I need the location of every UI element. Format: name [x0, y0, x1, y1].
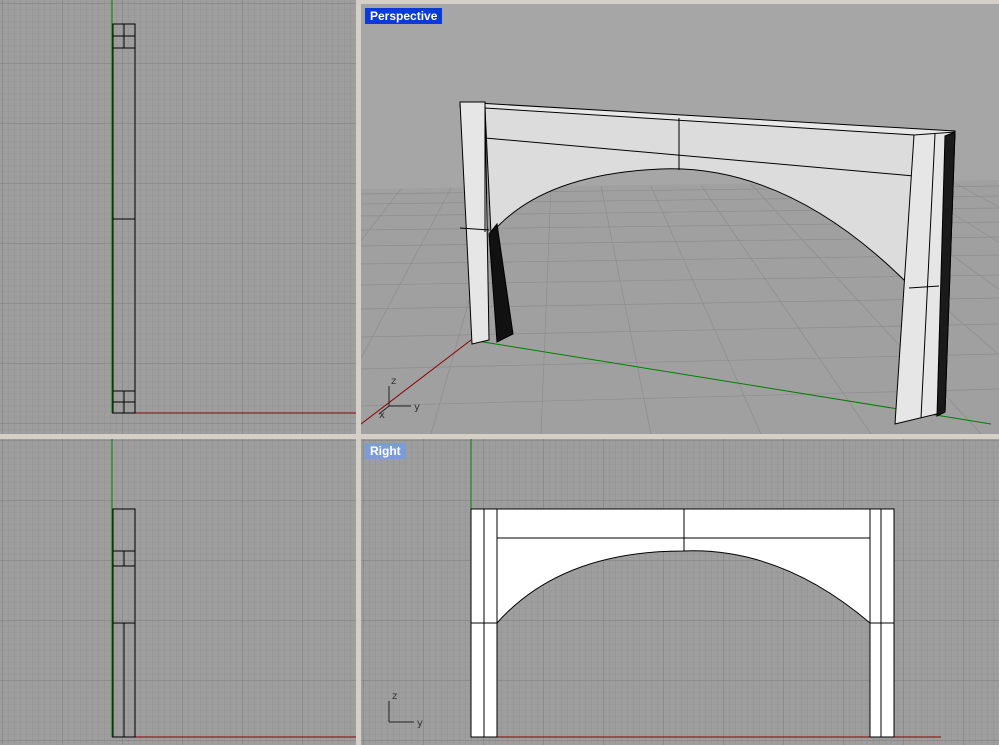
axis-label-z: z — [392, 691, 397, 702]
axis-label-x: x — [379, 410, 385, 421]
perspective-canvas: z y x — [361, 4, 999, 434]
axis-label-y: y — [414, 402, 420, 413]
viewport-top-left[interactable] — [0, 0, 356, 434]
viewport-bottom-left[interactable] — [0, 439, 356, 745]
top-left-canvas — [0, 0, 356, 434]
viewport-title-perspective[interactable]: Perspective — [365, 8, 443, 24]
viewport-title-right[interactable]: Right — [365, 443, 406, 459]
right-canvas: z y — [361, 439, 999, 745]
viewport-perspective[interactable]: Perspective z y x — [361, 4, 999, 434]
bottom-left-canvas — [0, 439, 356, 745]
viewport-right[interactable]: Right z y — [361, 439, 999, 745]
axis-label-y: y — [417, 718, 423, 729]
axis-label-z: z — [391, 376, 396, 387]
